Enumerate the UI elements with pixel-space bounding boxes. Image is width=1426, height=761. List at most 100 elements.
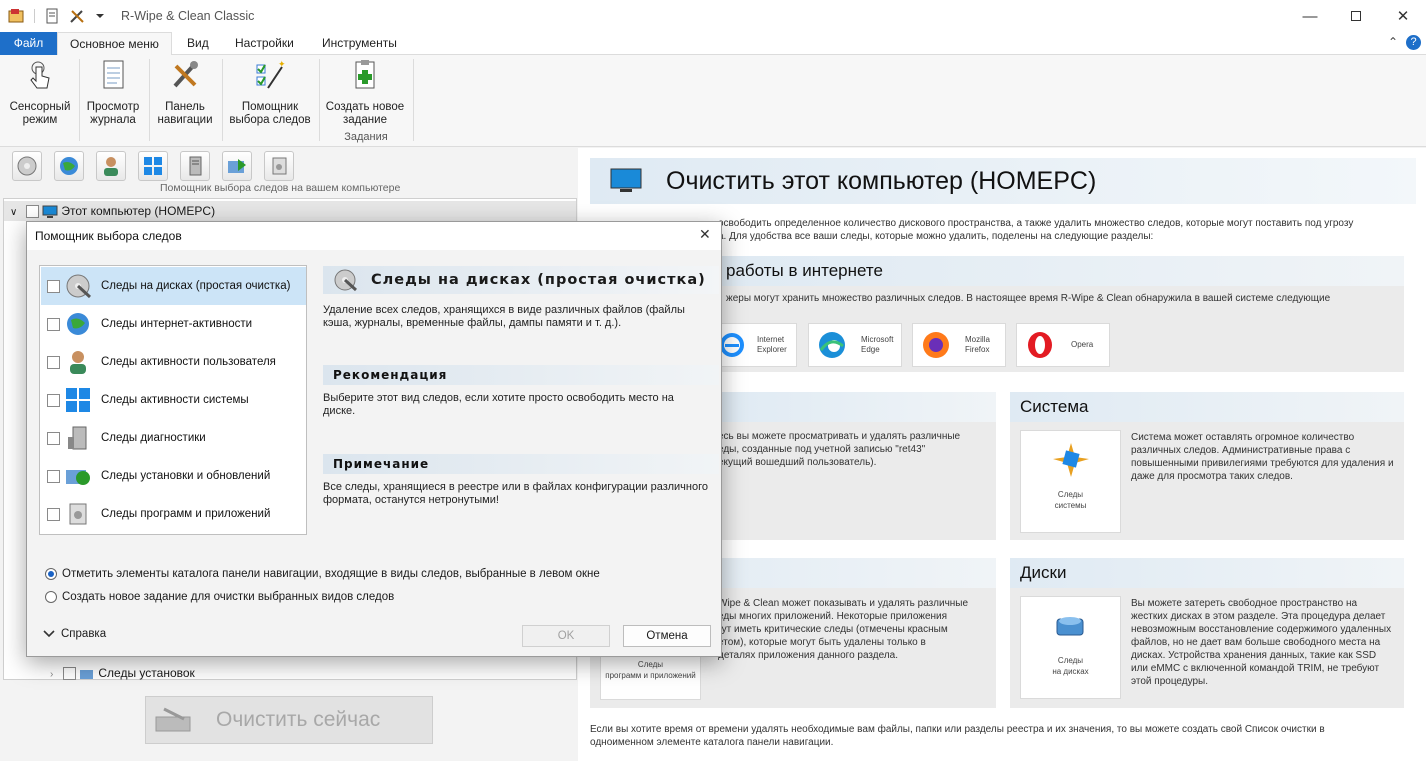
tab-settings[interactable]: Настройки (223, 32, 306, 55)
diagnostics-icon (189, 156, 202, 176)
recommendation-header: Рекомендация (323, 365, 719, 385)
tree-item-checkbox[interactable] (62, 667, 76, 681)
dialog-close-button[interactable]: ✕ (699, 226, 711, 243)
system-traces-tile[interactable]: Следы системы (1020, 430, 1121, 533)
view-log-button[interactable]: Просмотр журнала (82, 59, 144, 127)
chevron-down-icon (43, 630, 55, 638)
computer-icon (610, 168, 642, 192)
touch-mode-label2: режим (22, 114, 58, 126)
touch-mode-label1: Сенсорный (9, 101, 71, 113)
chevron-down-icon[interactable]: ∨ (10, 207, 17, 218)
browser-firefox[interactable]: Mozilla Firefox (912, 323, 1006, 367)
list-item-checkbox[interactable] (47, 431, 60, 445)
browser-ie[interactable]: Internet Explorer (718, 323, 797, 367)
disk-traces-tile[interactable]: Следы на дисках (1020, 596, 1121, 699)
apps-icon (69, 503, 87, 525)
tab-tools[interactable]: Инструменты (310, 32, 409, 55)
intro-text: освободить определенное количество диско… (718, 218, 1354, 229)
user-section-header (718, 392, 996, 422)
radio-button[interactable] (45, 591, 57, 603)
list-item-label: Следы установки и обновлений (101, 470, 271, 482)
list-item-checkbox[interactable] (47, 469, 60, 483)
user-section: есь вы можете просматривать и удалять ра… (718, 392, 996, 540)
page-title-text: Очистить этот компьютер (HOMEPC) (666, 166, 1097, 195)
toolbar-caption: Помощник выбора следов на вашем компьюте… (160, 182, 401, 194)
maximize-button[interactable] (1333, 0, 1379, 32)
list-item[interactable]: Следы активности пользователя (41, 343, 306, 381)
list-item[interactable]: Следы на дисках (простая очистка) (41, 267, 306, 305)
internet-section-header: работы в интернете (718, 256, 1404, 286)
tree-item-installations[interactable]: › Следы установок (4, 663, 195, 683)
tree-root-row[interactable]: ∨ Этот компьютер (HOMEPC) (4, 201, 576, 221)
touch-mode-button[interactable]: Сенсорный режим (4, 59, 76, 127)
radio-mark-catalog[interactable]: Отметить элементы каталога панели навига… (45, 568, 600, 580)
list-item-checkbox[interactable] (47, 507, 60, 521)
disk-broom-button[interactable] (12, 151, 42, 181)
diagnostics-icon (68, 426, 87, 450)
tools-icon[interactable] (69, 8, 85, 24)
list-item-checkbox[interactable] (47, 317, 60, 331)
traces-type-list[interactable]: Следы на дисках (простая очистка) Следы … (39, 265, 307, 535)
chevron-down-icon[interactable] (95, 11, 105, 21)
radio-create-task[interactable]: Создать новое задание для очистки выбран… (45, 591, 394, 603)
tab-file[interactable]: Файл (0, 32, 57, 55)
log-icon[interactable] (45, 8, 59, 24)
disk-tile-label2: на дисках (1052, 667, 1089, 676)
radio-mark-catalog-label: Отметить элементы каталога панели навига… (62, 568, 600, 580)
edge-icon (819, 332, 845, 358)
ok-button[interactable]: OK (522, 625, 610, 647)
broom-disk-icon (155, 707, 191, 732)
ribbon-separator (222, 59, 223, 141)
list-item-checkbox[interactable] (47, 279, 60, 293)
ribbon-tabs: Файл Основное меню Вид Настройки Инструм… (0, 32, 1426, 56)
list-item[interactable]: Следы активности системы (41, 381, 306, 419)
update-icon (228, 159, 246, 173)
tab-view[interactable]: Вид (175, 32, 221, 55)
radio-button-selected[interactable] (45, 568, 57, 580)
list-item[interactable]: Следы программ и приложений (41, 495, 306, 533)
apps-button[interactable] (264, 151, 294, 181)
cancel-button[interactable]: Отмена (623, 625, 711, 647)
help-expander[interactable]: Справка (43, 628, 106, 640)
navigation-panel-button[interactable]: Панель навигации (153, 59, 217, 127)
maximize-icon (1351, 11, 1361, 21)
view-log-label2: журнала (90, 114, 136, 126)
list-item[interactable]: Следы установки и обновлений (41, 457, 306, 495)
page-title: Очистить этот компьютер (HOMEPC) (590, 158, 1416, 204)
list-item-label: Следы интернет-активности (101, 318, 253, 330)
user-button[interactable] (96, 151, 126, 181)
list-item-label: Следы диагностики (101, 432, 206, 444)
list-item[interactable]: Следы интернет-активности (41, 305, 306, 343)
tree-item-label: Следы установок (98, 666, 195, 680)
help-icon[interactable]: ? (1406, 35, 1421, 50)
apps-section-text: Wipe & Clean может показывать и удалять … (718, 598, 969, 661)
close-button[interactable]: ✕ (1380, 0, 1426, 32)
window-title: R-Wipe & Clean Classic (121, 9, 255, 23)
tab-main-menu[interactable]: Основное меню (57, 32, 172, 56)
browser-firefox-label2: Firefox (965, 345, 990, 354)
system-button[interactable] (138, 151, 168, 181)
clean-now-button[interactable]: Очистить сейчас (145, 696, 433, 744)
traces-wizard-button[interactable]: ✦ Помощник выбора следов (226, 59, 314, 127)
chevron-right-icon[interactable]: › (50, 669, 53, 680)
ribbon-separator (319, 59, 320, 141)
create-task-button[interactable]: Создать новое задание (323, 59, 407, 127)
browser-edge[interactable]: Microsoft Edge (808, 323, 902, 367)
list-item-checkbox[interactable] (47, 355, 60, 369)
diagnostics-button[interactable] (180, 151, 210, 181)
list-item-checkbox[interactable] (47, 393, 60, 407)
tree-root-checkbox[interactable] (25, 205, 39, 219)
browser-opera[interactable]: Opera (1016, 323, 1110, 367)
internet-button[interactable] (54, 151, 84, 181)
minimize-button[interactable]: — (1287, 0, 1333, 32)
traces-wizard-label1: Помощник (241, 101, 299, 113)
windows-icon (144, 157, 162, 175)
list-item-label: Следы активности системы (101, 394, 249, 406)
internet-explorer-icon (720, 333, 744, 357)
updates-button[interactable] (222, 151, 252, 181)
qa-separator (34, 9, 35, 23)
list-item[interactable]: Следы диагностики (41, 419, 306, 457)
ribbon-group-label: Задания (344, 131, 388, 143)
browser-opera-label: Opera (1071, 340, 1094, 349)
collapse-ribbon-icon[interactable]: ⌃ (1388, 35, 1398, 49)
